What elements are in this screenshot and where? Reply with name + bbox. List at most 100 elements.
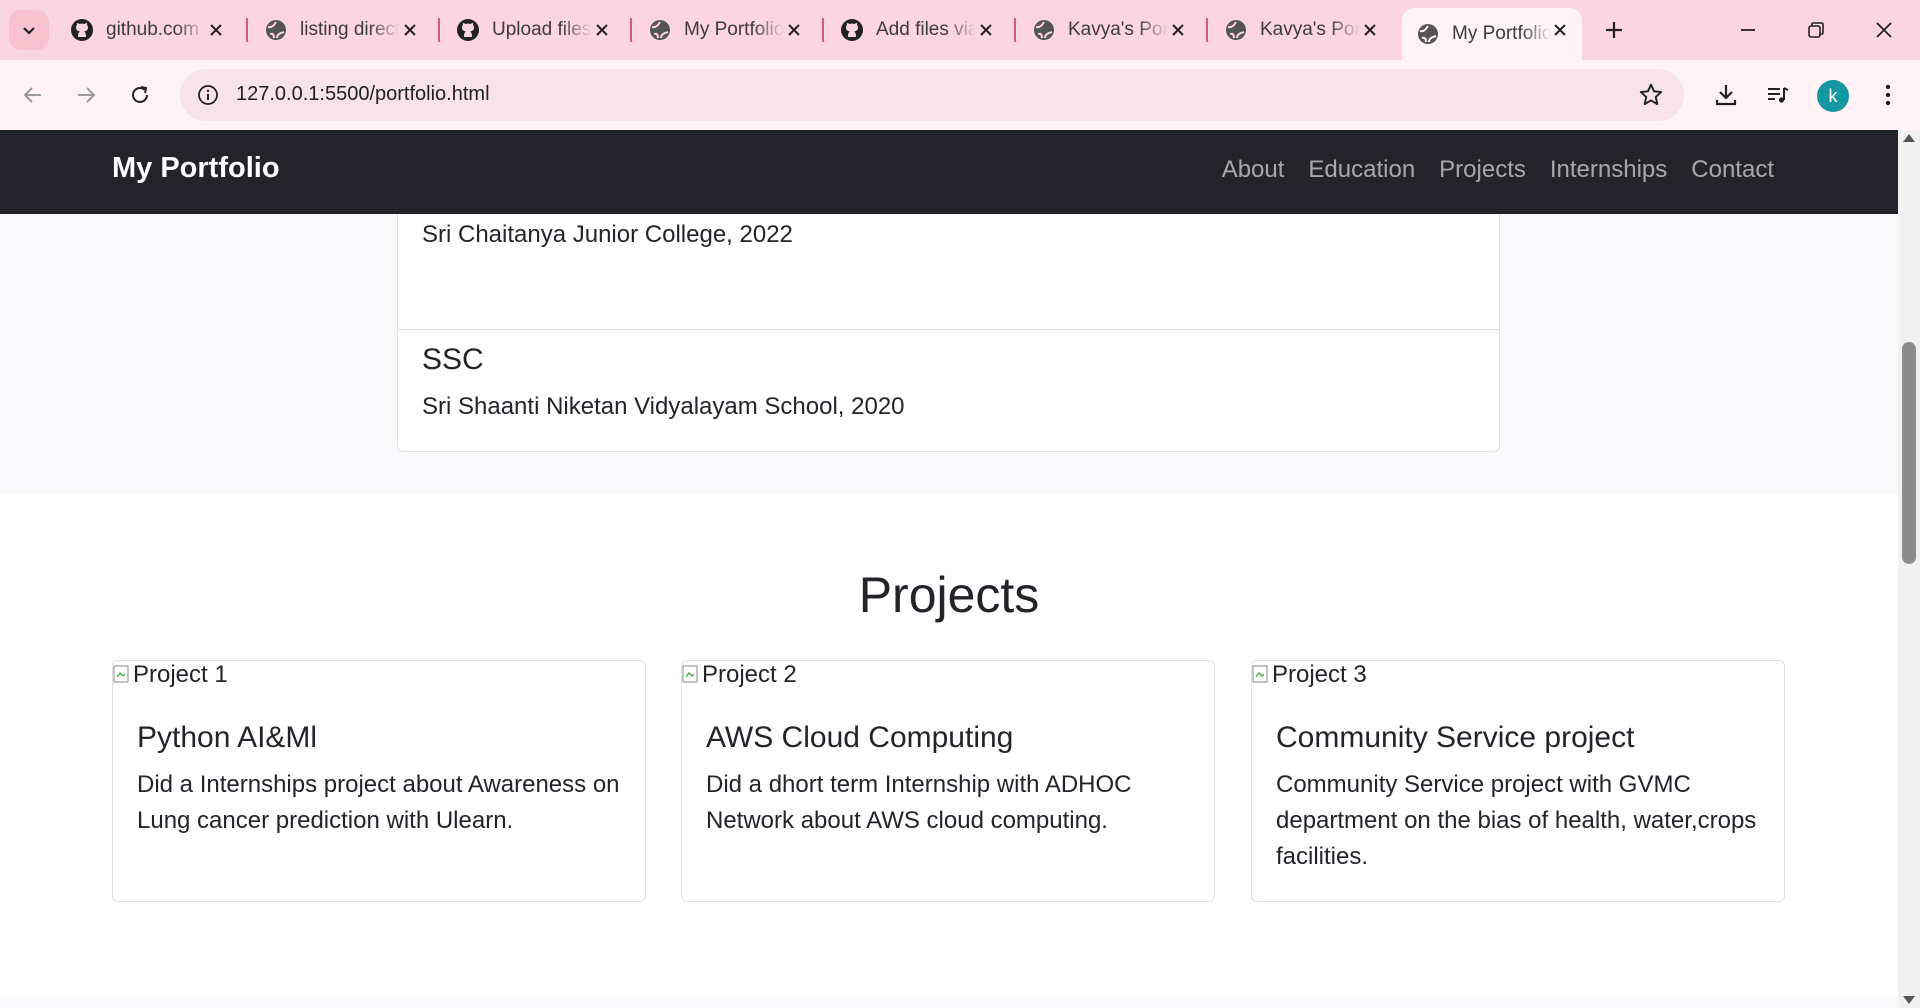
restore-button[interactable] xyxy=(1800,14,1832,46)
media-controls-button[interactable] xyxy=(1760,77,1796,113)
tab-title: listing directory xyxy=(300,19,400,40)
image-alt-text: Project 2 xyxy=(702,661,797,688)
tab-upload-files[interactable]: Upload files xyxy=(442,8,624,52)
close-icon[interactable] xyxy=(1360,20,1380,40)
education-institution: Sri Chaitanya Junior College, 2022 xyxy=(422,221,793,248)
tab-separator xyxy=(1206,18,1208,42)
url-text[interactable]: 127.0.0.1:5500/portfolio.html xyxy=(236,83,490,106)
project-image: Project 2 xyxy=(682,661,797,689)
minimize-icon xyxy=(1741,29,1755,31)
scroll-down-icon[interactable] xyxy=(1903,996,1915,1004)
globe-icon xyxy=(1418,24,1438,44)
scroll-up-icon[interactable] xyxy=(1903,134,1915,142)
page-viewport: Sri Chaitanya Junior College, 2022 SSC S… xyxy=(0,130,1898,1008)
close-icon xyxy=(1876,22,1892,38)
site-navbar: My Portfolio About Education Projects In… xyxy=(0,130,1898,214)
info-icon xyxy=(198,85,218,105)
image-alt-text: Project 1 xyxy=(133,661,228,688)
browser-toolbar: 127.0.0.1:5500/portfolio.html k xyxy=(0,60,1920,130)
github-icon xyxy=(71,19,93,41)
arrow-left-icon xyxy=(23,87,41,103)
project-title: Community Service project xyxy=(1276,721,1635,754)
tab-title: My Portfolio xyxy=(684,19,784,40)
close-icon[interactable] xyxy=(1168,20,1188,40)
project-title: AWS Cloud Computing xyxy=(706,721,1014,754)
project-card: Project 2 AWS Cloud Computing Did a dhor… xyxy=(681,660,1215,902)
tab-title: Add files via xyxy=(876,19,976,40)
reload-icon xyxy=(132,86,148,103)
tab-my-portfolio[interactable]: My Portfolio xyxy=(634,8,816,52)
tab-separator xyxy=(1014,18,1016,42)
tab-title: Kavya's Portfolio xyxy=(1260,19,1360,40)
reload-button[interactable] xyxy=(122,77,158,113)
address-bar[interactable]: 127.0.0.1:5500/portfolio.html xyxy=(180,69,1684,121)
close-icon[interactable] xyxy=(592,20,612,40)
nav-link-internships[interactable]: Internships xyxy=(1550,156,1667,184)
github-icon xyxy=(841,19,863,41)
globe-icon xyxy=(1226,20,1246,40)
tab-add-files[interactable]: Add files via xyxy=(826,8,1008,52)
project-description: Did a Internships project about Awarenes… xyxy=(137,771,620,834)
tab-search-button[interactable] xyxy=(9,10,49,50)
close-icon[interactable] xyxy=(1550,20,1570,40)
tab-listing-directory[interactable]: listing directory xyxy=(250,8,432,52)
project-description: Community Service project with GVMC depa… xyxy=(1276,771,1757,870)
downloads-button[interactable] xyxy=(1708,77,1744,113)
project-title: Python AI&Ml xyxy=(137,721,318,754)
close-icon[interactable] xyxy=(400,20,420,40)
site-brand[interactable]: My Portfolio xyxy=(112,152,280,185)
broken-image-icon xyxy=(682,665,698,683)
tab-title: My Portfolio xyxy=(1452,23,1552,44)
tab-separator xyxy=(630,18,632,42)
close-icon[interactable] xyxy=(206,20,226,40)
new-tab-button[interactable] xyxy=(1598,14,1630,46)
tab-title: Upload files xyxy=(492,19,592,40)
project-image: Project 1 xyxy=(113,661,228,689)
plus-icon xyxy=(1606,22,1622,38)
close-icon[interactable] xyxy=(784,20,804,40)
tab-kavyas-portfolio[interactable]: Kavya's Portfolio xyxy=(1018,8,1200,52)
arrow-right-icon xyxy=(78,87,96,103)
project-description: Did a dhort term Internship with ADHOC N… xyxy=(706,771,1132,834)
scrollbar-thumb[interactable] xyxy=(1902,342,1916,564)
divider xyxy=(398,329,1499,330)
broken-image-icon xyxy=(1252,665,1268,683)
tab-my-portfolio-active[interactable]: My Portfolio xyxy=(1402,8,1582,60)
chevron-down-icon xyxy=(23,27,35,35)
nav-link-education[interactable]: Education xyxy=(1308,156,1415,184)
project-card: Project 1 Python AI&Ml Did a Internships… xyxy=(112,660,646,902)
forward-button[interactable] xyxy=(68,77,104,113)
github-icon xyxy=(457,19,479,41)
playlist-music-icon xyxy=(1768,87,1789,103)
nav-links: About Education Projects Internships Con… xyxy=(1222,156,1774,184)
tab-kavyas-portfolio-2[interactable]: Kavya's Portfolio xyxy=(1210,8,1392,52)
tab-github[interactable]: github.com xyxy=(56,8,238,52)
globe-icon xyxy=(1034,20,1054,40)
project-card: Project 3 Community Service project Comm… xyxy=(1251,660,1785,902)
more-vertical-icon xyxy=(1885,84,1891,106)
profile-avatar[interactable]: k xyxy=(1817,80,1849,112)
nav-link-projects[interactable]: Projects xyxy=(1439,156,1526,184)
site-info-button[interactable] xyxy=(194,81,222,109)
minimize-button[interactable] xyxy=(1732,14,1764,46)
browser-menu-button[interactable] xyxy=(1870,77,1906,113)
project-image: Project 3 xyxy=(1252,661,1367,689)
tab-separator xyxy=(246,18,248,42)
image-alt-text: Project 3 xyxy=(1272,661,1367,688)
restore-icon xyxy=(1808,22,1824,38)
globe-icon xyxy=(650,20,670,40)
page-scrollbar[interactable] xyxy=(1898,130,1920,1008)
nav-link-about[interactable]: About xyxy=(1222,156,1285,184)
close-window-button[interactable] xyxy=(1868,14,1900,46)
tab-separator xyxy=(438,18,440,42)
projects-section: Projects Project 1 Python AI&Ml Did a In… xyxy=(0,494,1898,1008)
nav-link-contact[interactable]: Contact xyxy=(1691,156,1774,184)
education-institution: Sri Shaanti Niketan Vidyalayam School, 2… xyxy=(422,393,905,420)
tab-title: Kavya's Portfolio xyxy=(1068,19,1168,40)
section-heading: Projects xyxy=(858,567,1040,623)
close-icon[interactable] xyxy=(976,20,996,40)
education-title: SSC xyxy=(422,343,484,376)
star-icon[interactable] xyxy=(1638,82,1664,108)
back-button[interactable] xyxy=(15,77,51,113)
download-icon xyxy=(1715,85,1737,106)
